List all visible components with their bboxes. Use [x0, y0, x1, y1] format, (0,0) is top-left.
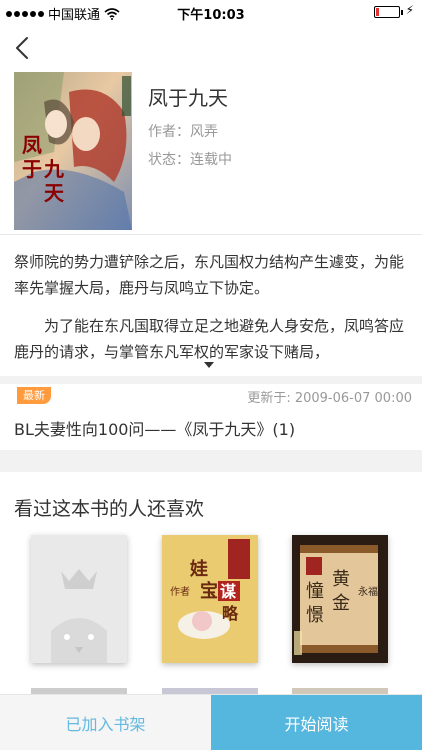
clock: 下午10:03: [177, 8, 245, 23]
book-cover: 凤 于 九 天: [14, 72, 132, 230]
book-title: 凤于九天: [148, 86, 228, 110]
book-3-title-char1: 憧: [306, 581, 324, 602]
recommend-title: 看过这本书的人还喜欢: [14, 498, 205, 520]
book-2-title-char2: 宝: [200, 580, 218, 602]
book-2-side-text: 作者: [170, 586, 190, 598]
book-2-title-char4: 略: [222, 604, 239, 623]
description-paragraph-2: 为了能在东凡国取得立足之地避免人身安危，凤鸣答应鹿丹的请求，与掌管东凡军权的军家…: [14, 317, 405, 361]
latest-chapter-link[interactable]: BL夫妻性向100问——《凤于九天》(1): [14, 416, 295, 440]
battery-icon: [374, 6, 403, 18]
battery-fill: [376, 8, 379, 16]
description-paragraph-1: 祭师院的势力遭铲除之后，东凡国权力结构产生遽变，为能率先掌握大局，鹿丹与凤鸣立下…: [14, 253, 405, 297]
book-status: 状态：连载中: [148, 152, 232, 168]
book-3-title-char2: 憬: [306, 605, 324, 626]
recommended-book-3[interactable]: 憧 憬 黄 金 永福: [292, 535, 388, 663]
status-bar: 中国联通 下午10:03 ⚡: [0, 0, 422, 24]
recommended-book-2[interactable]: 娃 宝 谋 略 作者: [162, 535, 258, 663]
cover-title-char2: 于: [22, 157, 42, 181]
book-description: 祭师院的势力遭铲除之后，东凡国权力结构产生遽变，为能率先掌握大局，鹿丹与凤鸣立下…: [14, 249, 410, 365]
start-reading-button[interactable]: 开始阅读: [211, 695, 422, 750]
cover-title-char1: 凤: [22, 133, 42, 157]
divider: [0, 234, 422, 235]
new-badge: 最新: [17, 387, 51, 404]
book-author: 作者：风弄: [148, 124, 218, 140]
book-3-title-char4: 金: [332, 593, 350, 614]
charging-icon: ⚡: [405, 3, 414, 17]
expand-description-icon[interactable]: [204, 362, 214, 368]
chevron-left-icon: [16, 37, 28, 59]
section-divider: [0, 450, 422, 472]
added-to-shelf-button[interactable]: 已加入书架: [0, 695, 211, 750]
book-3-side-text: 永福: [358, 585, 378, 598]
book-2-title-char1: 娃: [189, 558, 208, 580]
back-button[interactable]: [10, 32, 38, 64]
section-divider: [0, 376, 422, 384]
bottom-action-bar: 已加入书架 开始阅读: [0, 694, 422, 750]
placeholder-cover-icon: [31, 535, 127, 663]
cover-title-char4: 天: [44, 181, 65, 205]
update-time: 更新于: 2009-06-07 00:00: [247, 391, 412, 406]
book-3-title-char3: 黄: [332, 569, 350, 590]
recommended-book-1[interactable]: [31, 535, 127, 663]
book-2-title-char3: 谋: [220, 582, 237, 601]
cover-title-char3: 九: [43, 157, 64, 181]
